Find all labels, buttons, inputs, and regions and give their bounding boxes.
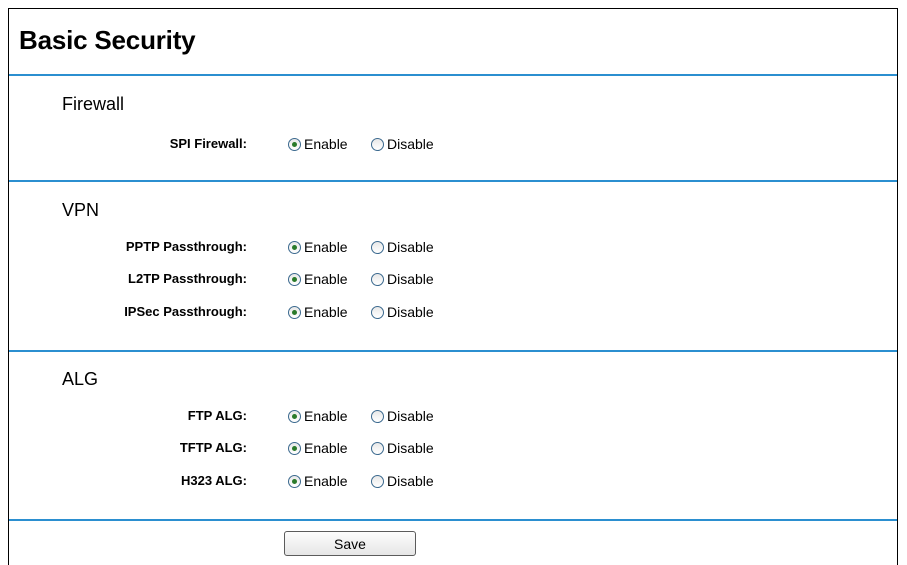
enable-radio[interactable]: Enable — [288, 439, 348, 457]
enable-radio[interactable]: Enable — [288, 407, 348, 425]
enable-radio[interactable]: Enable — [288, 135, 348, 153]
radio-checked-icon[interactable] — [288, 441, 301, 455]
divider — [9, 74, 897, 76]
setting-row-ftp-alg: FTP ALG: Enable Disable — [9, 405, 897, 427]
disable-radio[interactable]: Disable — [371, 303, 434, 321]
setting-label: TFTP ALG: — [179, 440, 247, 455]
setting-row-ipsec-passthrough: IPSec Passthrough: Enable Disable — [9, 301, 897, 323]
setting-label: SPI Firewall: — [169, 136, 247, 151]
save-button[interactable]: Save — [284, 531, 416, 556]
radio-checked-icon[interactable] — [288, 474, 301, 488]
setting-row-l2tp-passthrough: L2TP Passthrough: Enable Disable — [9, 268, 897, 290]
page-title: Basic Security — [19, 25, 196, 55]
section-title-firewall: Firewall — [62, 94, 125, 114]
section-title-alg: ALG — [62, 369, 99, 389]
setting-row-tftp-alg: TFTP ALG: Enable Disable — [9, 437, 897, 459]
divider — [9, 519, 897, 521]
disable-radio[interactable]: Disable — [371, 439, 434, 457]
setting-label: FTP ALG: — [187, 408, 247, 423]
divider — [9, 350, 897, 352]
radio-checked-icon[interactable] — [288, 240, 301, 254]
setting-label: IPSec Passthrough: — [124, 304, 247, 319]
setting-row-h323-alg: H323 ALG: Enable Disable — [9, 470, 897, 492]
radio-unchecked-icon[interactable] — [371, 441, 384, 455]
section-title-vpn: VPN — [62, 200, 100, 220]
radio-checked-icon[interactable] — [288, 409, 301, 423]
disable-radio[interactable]: Disable — [371, 238, 434, 256]
setting-row-pptp-passthrough: PPTP Passthrough: Enable Disable — [9, 236, 897, 258]
setting-label: H323 ALG: — [181, 473, 247, 488]
enable-radio[interactable]: Enable — [288, 472, 348, 490]
disable-radio[interactable]: Disable — [371, 135, 434, 153]
setting-label: L2TP Passthrough: — [128, 271, 247, 286]
setting-row-spi-firewall: SPI Firewall: Enable Disable — [9, 133, 897, 155]
radio-unchecked-icon[interactable] — [371, 137, 384, 151]
radio-unchecked-icon[interactable] — [371, 305, 384, 319]
settings-panel: Basic Security Firewall SPI Firewall: En… — [8, 8, 898, 565]
radio-unchecked-icon[interactable] — [371, 240, 384, 254]
radio-unchecked-icon[interactable] — [371, 474, 384, 488]
enable-radio[interactable]: Enable — [288, 303, 348, 321]
radio-unchecked-icon[interactable] — [371, 409, 384, 423]
radio-checked-icon[interactable] — [288, 137, 301, 151]
radio-unchecked-icon[interactable] — [371, 272, 384, 286]
divider — [9, 180, 897, 182]
enable-radio[interactable]: Enable — [288, 270, 348, 288]
disable-radio[interactable]: Disable — [371, 407, 434, 425]
disable-radio[interactable]: Disable — [371, 270, 434, 288]
setting-label: PPTP Passthrough: — [125, 239, 247, 254]
radio-checked-icon[interactable] — [288, 272, 301, 286]
radio-checked-icon[interactable] — [288, 305, 301, 319]
disable-radio[interactable]: Disable — [371, 472, 434, 490]
enable-radio[interactable]: Enable — [288, 238, 348, 256]
